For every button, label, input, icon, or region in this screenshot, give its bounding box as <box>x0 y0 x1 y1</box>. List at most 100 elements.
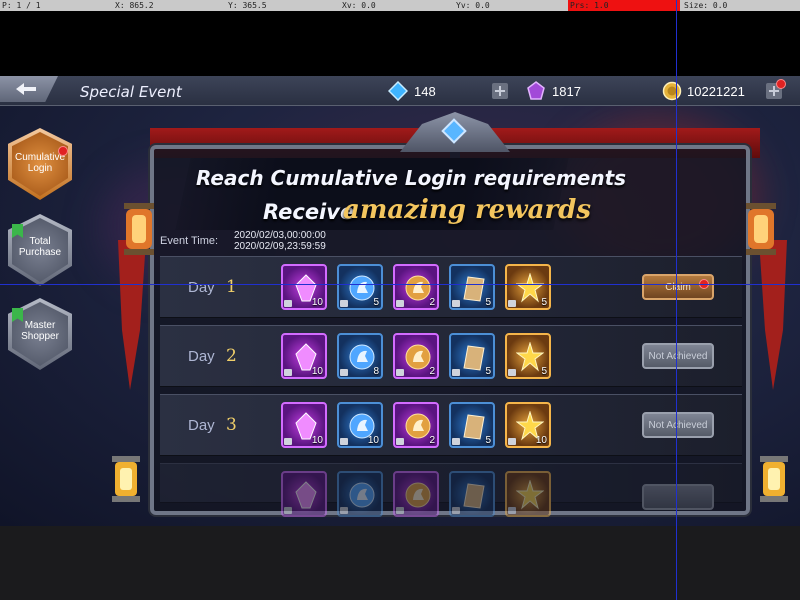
gold-horse-emblem-icon <box>405 413 431 439</box>
lock-icon <box>396 300 404 307</box>
reward-item[interactable] <box>449 471 495 517</box>
lock-icon <box>396 438 404 445</box>
crystal-count: 1817 <box>552 84 581 99</box>
lantern-bottom-left-icon <box>112 456 140 502</box>
reward-item[interactable]: 5 <box>449 402 495 448</box>
reward-item[interactable] <box>505 471 551 517</box>
page-title: Special Event <box>80 83 182 101</box>
list-item-partial <box>160 463 742 517</box>
reward-item[interactable]: 8 <box>337 333 383 379</box>
debug-prs: Prs: 1.0 <box>570 1 609 10</box>
notification-dot <box>776 79 786 89</box>
tab-master-shopper-label-2: Shopper <box>21 331 59 342</box>
not-achieved-button[interactable] <box>642 484 714 510</box>
touch-crosshair-vertical <box>676 0 677 600</box>
blue-horse-emblem-icon <box>349 482 375 508</box>
reward-item[interactable] <box>337 471 383 517</box>
purple-crystal-icon <box>527 81 545 100</box>
gold-horse-emblem-icon <box>405 344 431 370</box>
reward-quantity: 5 <box>541 297 547 308</box>
gold-star-icon <box>516 342 544 372</box>
reward-quantity: 10 <box>311 366 323 377</box>
reward-quantity: 8 <box>373 366 379 377</box>
event-time-label: Event Time: <box>160 235 219 247</box>
not-achieved-button[interactable]: Not Achieved <box>642 343 714 369</box>
reward-quantity: 5 <box>541 366 547 377</box>
tab-total-purchase[interactable]: Total Purchase <box>8 214 72 290</box>
event-time-end: 2020/02/09,23:59:59 <box>234 241 326 252</box>
reward-item[interactable]: 2 <box>393 264 439 310</box>
gold-horse-emblem-icon <box>405 275 431 301</box>
debug-y: Y: 365.5 <box>228 1 267 10</box>
debug-xv: Xv: 0.0 <box>342 1 376 10</box>
lock-icon <box>508 438 516 445</box>
reward-quantity: 10 <box>535 435 547 446</box>
reward-item[interactable]: 5 <box>449 333 495 379</box>
lock-icon <box>284 369 292 376</box>
reward-quantity: 10 <box>311 297 323 308</box>
reward-quantity: 2 <box>429 435 435 446</box>
reward-item[interactable]: 2 <box>393 333 439 379</box>
reward-quantity: 2 <box>429 297 435 308</box>
list-item: Day 2 10 8 2 5 5 Not Achieved <box>160 325 742 387</box>
scroll-card-icon <box>463 345 485 371</box>
reward-item[interactable] <box>393 471 439 517</box>
not-achieved-button[interactable]: Not Achieved <box>642 412 714 438</box>
back-arrow-icon <box>16 83 36 95</box>
reward-item[interactable]: 10 <box>281 264 327 310</box>
reward-quantity: 2 <box>429 366 435 377</box>
lock-icon <box>284 438 292 445</box>
gold-horse-emblem-icon <box>405 482 431 508</box>
reward-item[interactable]: 5 <box>337 264 383 310</box>
banner-headline: Reach Cumulative Login requirements <box>196 166 627 190</box>
reward-item[interactable]: 5 <box>449 264 495 310</box>
back-button[interactable] <box>0 76 58 102</box>
list-item: Day 1 10 5 2 5 5 Claim <box>160 256 742 318</box>
gold-star-icon <box>516 480 544 510</box>
scroll-card-icon <box>463 483 485 509</box>
tab-master-shopper-label-1: Master <box>24 320 56 331</box>
reward-quantity: 10 <box>367 435 379 446</box>
add-gems-button[interactable] <box>492 83 508 99</box>
reward-item[interactable]: 10 <box>505 402 551 448</box>
lock-icon <box>452 369 460 376</box>
blue-horse-emblem-icon <box>349 275 375 301</box>
bottom-bar <box>0 526 800 600</box>
reward-quantity: 10 <box>311 435 323 446</box>
day-number: 2 <box>226 346 237 366</box>
reward-quantity: 5 <box>485 366 491 377</box>
lock-icon <box>396 369 404 376</box>
tab-cumulative-login-label-2: Login <box>27 163 53 174</box>
reward-item[interactable]: 5 <box>505 264 551 310</box>
reward-item[interactable]: 10 <box>337 402 383 448</box>
lantern-bottom-right-icon <box>760 456 788 502</box>
debug-overlay: P: 1 / 1 X: 865.2 Y: 365.5 Xv: 0.0 Yv: 0… <box>0 0 800 11</box>
lock-icon <box>340 438 348 445</box>
debug-pointer: P: 1 / 1 <box>2 1 41 10</box>
scroll-card-icon <box>463 276 485 302</box>
lock-icon <box>340 300 348 307</box>
lock-icon <box>452 507 460 514</box>
day-number: 3 <box>226 415 237 435</box>
lock-icon <box>452 438 460 445</box>
tab-total-purchase-label-1: Total <box>29 236 51 247</box>
lock-icon <box>340 369 348 376</box>
tab-cumulative-login[interactable]: Cumulative Login <box>8 128 72 204</box>
lock-icon <box>284 507 292 514</box>
tab-master-shopper[interactable]: Master Shopper <box>8 298 72 374</box>
scroll-card-icon <box>463 414 485 440</box>
reward-item[interactable]: 10 <box>281 333 327 379</box>
reward-quantity: 5 <box>485 435 491 446</box>
banner-subline: Receive <box>263 200 355 224</box>
reward-item[interactable]: 5 <box>505 333 551 379</box>
diamond-icon <box>388 81 408 101</box>
reward-quantity: 5 <box>373 297 379 308</box>
lock-icon <box>396 507 404 514</box>
debug-yv: Yv: 0.0 <box>456 1 490 10</box>
tab-badge-dot <box>58 146 68 156</box>
reward-item[interactable]: 10 <box>281 402 327 448</box>
reward-item[interactable]: 2 <box>393 402 439 448</box>
gem-count: 148 <box>414 84 436 99</box>
event-time-range: 2020/02/03,00:00:00 2020/02/09,23:59:59 <box>234 230 326 252</box>
reward-item[interactable] <box>281 471 327 517</box>
